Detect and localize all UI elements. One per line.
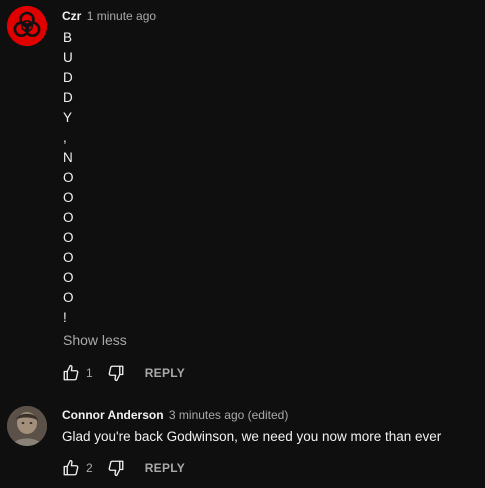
comment-line: O: [63, 170, 74, 185]
timestamp[interactable]: 3 minutes ago (edited): [169, 408, 288, 422]
thumbs-up-icon: [63, 364, 79, 381]
comment-text: Glad you're back Godwinson, we need you …: [62, 429, 442, 444]
avatar[interactable]: [7, 6, 47, 46]
comment-line: ,: [63, 130, 67, 145]
like-count: 1: [86, 366, 93, 380]
thumbs-down-icon: [108, 365, 124, 382]
comment-line: U: [63, 50, 73, 65]
reply-button[interactable]: REPLY: [145, 461, 185, 475]
comment-header: Czr 1 minute ago: [62, 8, 156, 24]
dislike-button[interactable]: [105, 457, 127, 479]
comment-line: O: [63, 250, 74, 265]
timestamp[interactable]: 1 minute ago: [87, 9, 156, 23]
avatar[interactable]: [7, 406, 47, 446]
comment-line: !: [63, 310, 67, 325]
comment-text: B U D D Y , N O O O O O O O !: [63, 28, 74, 328]
thumbs-up-icon: [63, 459, 79, 476]
like-button[interactable]: [60, 362, 82, 384]
dislike-button[interactable]: [105, 362, 127, 384]
author-name[interactable]: Connor Anderson: [62, 408, 164, 422]
comment-line: N: [63, 150, 73, 165]
user-photo-icon: [7, 406, 47, 446]
comment-line: D: [63, 90, 73, 105]
like-button[interactable]: [60, 457, 82, 479]
comment-actions: 2 REPLY: [60, 456, 185, 480]
comment-actions: 1 REPLY: [60, 361, 185, 385]
comment-line: O: [63, 270, 74, 285]
comment-line: B: [63, 30, 73, 45]
biohazard-icon: [7, 6, 47, 46]
comment-line: Y: [63, 110, 73, 125]
comment-line: O: [63, 230, 74, 245]
comments-section: Czr 1 minute ago B U D D Y , N O O O O O…: [0, 0, 485, 488]
show-less-button[interactable]: Show less: [63, 332, 127, 348]
comment-line: O: [63, 290, 74, 305]
like-count: 2: [86, 461, 93, 475]
comment-line: D: [63, 70, 73, 85]
comment-header: Connor Anderson 3 minutes ago (edited): [62, 407, 288, 423]
author-name[interactable]: Czr: [62, 9, 81, 23]
comment-line: O: [63, 210, 74, 225]
thumbs-down-icon: [108, 460, 124, 477]
comment-line: O: [63, 190, 74, 205]
reply-button[interactable]: REPLY: [145, 366, 185, 380]
